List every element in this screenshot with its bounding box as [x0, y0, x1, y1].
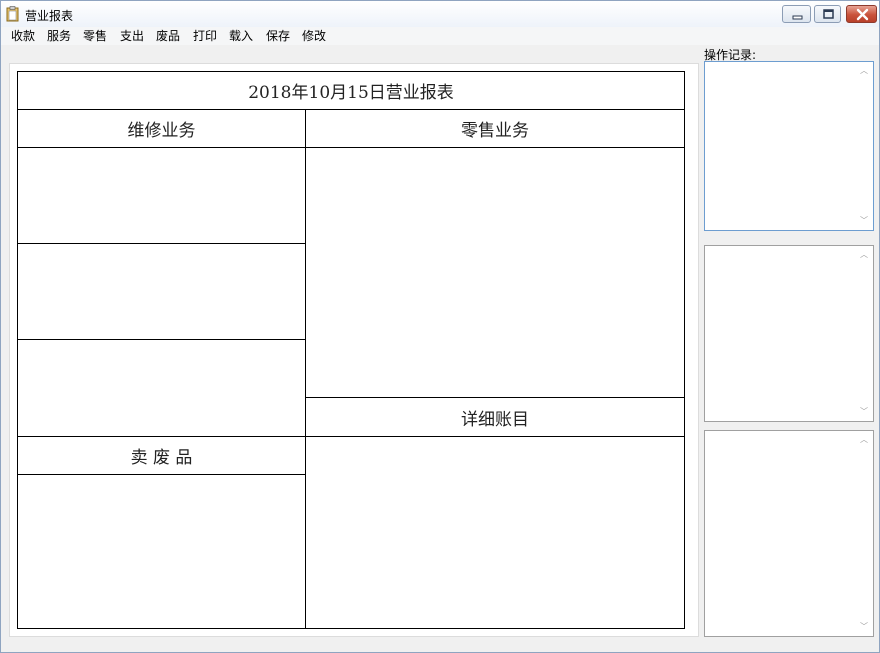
- app-window: 营业报表 收款 服务 零售 支出 废品 打印 载入 保存 修改 2018年10月…: [0, 0, 880, 653]
- close-icon: [856, 8, 869, 21]
- title-bar[interactable]: 营业报表: [1, 1, 879, 27]
- repair-cell-3[interactable]: [17, 339, 306, 437]
- retail-business-header: 零售业务: [305, 109, 685, 148]
- menu-item-expense[interactable]: 支出: [120, 28, 144, 44]
- menu-item-save[interactable]: 保存: [266, 28, 290, 44]
- clipboard-icon: [5, 6, 21, 22]
- menu-item-service[interactable]: 服务: [47, 28, 71, 44]
- detail-account-area[interactable]: [305, 436, 685, 629]
- log-scrollbar[interactable]: ︿ ﹀: [856, 431, 873, 636]
- scroll-up-icon[interactable]: ︿: [860, 435, 868, 445]
- minimize-button[interactable]: [782, 5, 811, 23]
- retail-business-area[interactable]: [305, 147, 685, 398]
- menu-bar: 收款 服务 零售 支出 废品 打印 载入 保存 修改: [1, 27, 879, 45]
- scroll-down-icon[interactable]: ﹀: [860, 407, 868, 417]
- menu-item-print[interactable]: 打印: [193, 28, 217, 44]
- report-title: 2018年10月15日营业报表: [17, 71, 685, 110]
- scroll-down-icon[interactable]: ﹀: [860, 216, 868, 226]
- scroll-up-icon[interactable]: ︿: [860, 66, 868, 76]
- close-button[interactable]: [846, 5, 877, 23]
- menu-item-collect[interactable]: 收款: [11, 28, 35, 44]
- log-textbox-3[interactable]: ︿ ﹀: [704, 430, 874, 637]
- repair-business-header: 维修业务: [17, 109, 306, 148]
- scrap-sale-header: 卖 废 品: [17, 436, 306, 475]
- window-title: 营业报表: [25, 9, 74, 23]
- menu-item-edit[interactable]: 修改: [302, 28, 326, 44]
- operation-log-textbox[interactable]: ︿ ﹀: [704, 61, 874, 231]
- minimize-icon: [792, 15, 803, 20]
- scroll-down-icon[interactable]: ﹀: [860, 622, 868, 632]
- maximize-button[interactable]: [814, 5, 841, 23]
- repair-cell-1[interactable]: [17, 147, 306, 245]
- maximize-icon: [823, 9, 834, 19]
- menu-item-load[interactable]: 载入: [229, 28, 253, 44]
- scroll-up-icon[interactable]: ︿: [860, 250, 868, 260]
- menu-item-scrap[interactable]: 废品: [156, 28, 180, 44]
- repair-cell-2[interactable]: [17, 243, 306, 341]
- menu-item-retail[interactable]: 零售: [83, 28, 107, 44]
- detail-account-header: 详细账目: [305, 397, 685, 437]
- log-textbox-2[interactable]: ︿ ﹀: [704, 245, 874, 422]
- log-scrollbar[interactable]: ︿ ﹀: [856, 246, 873, 421]
- scrap-sale-area[interactable]: [17, 474, 306, 629]
- log-scrollbar[interactable]: ︿ ﹀: [856, 62, 873, 230]
